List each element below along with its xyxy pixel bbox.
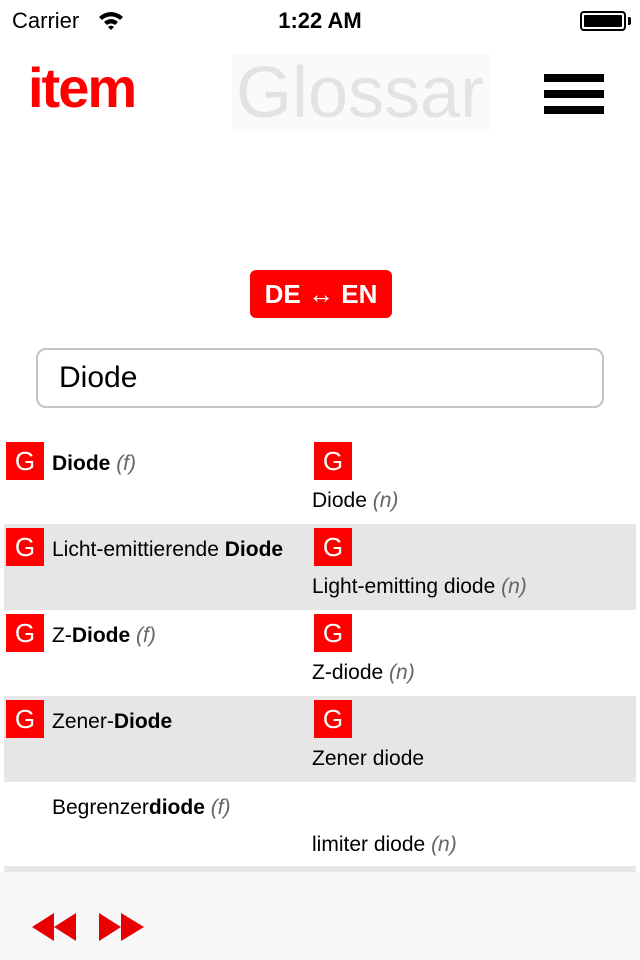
term-match: Diode bbox=[113, 710, 173, 733]
result-row[interactable]: G G Z-Diode (f) Z-diode (n) bbox=[4, 610, 636, 696]
status-bar: Carrier 1:22 AM bbox=[0, 0, 640, 40]
english-term: limiter diode (n) bbox=[312, 830, 457, 860]
english-term: Diode (n) bbox=[312, 486, 398, 516]
result-row[interactable]: G G Licht-emittierende Diode Light-emitting… bbox=[4, 524, 636, 610]
german-term: Zener-Diode bbox=[52, 704, 302, 740]
glossary-badge-en[interactable]: G bbox=[314, 528, 352, 566]
term-prefix: Licht-emittierende bbox=[52, 538, 225, 561]
glossary-badge-en[interactable]: G bbox=[314, 700, 352, 738]
result-row[interactable]: G G Diode (f) Diode (n) bbox=[4, 438, 636, 524]
translation: Z-diode bbox=[312, 661, 384, 684]
term-match: diode bbox=[148, 796, 205, 819]
gender-label: (n) bbox=[372, 489, 399, 512]
result-row[interactable]: G G Zener-Diode Zener diode bbox=[4, 696, 636, 782]
translation: Light-emitting diode bbox=[312, 575, 496, 598]
battery-icon bbox=[580, 11, 626, 31]
translation: limiter diode bbox=[312, 833, 426, 856]
results-list: G G Diode (f) Diode (n) G G Licht-emittierende… bbox=[4, 438, 636, 868]
language-toggle-button[interactable]: DE ↔ EN bbox=[250, 270, 392, 318]
gender-label: (n) bbox=[501, 575, 527, 598]
german-term: Licht-emittierende Diode bbox=[52, 532, 302, 568]
result-row[interactable]: Begrenzerdiode (f) limiter diode (n) bbox=[4, 782, 636, 868]
glossary-badge-de[interactable]: G bbox=[6, 700, 44, 738]
term-prefix: Zener- bbox=[52, 710, 114, 733]
glossary-badge-en[interactable]: G bbox=[314, 442, 352, 480]
german-term: Z-Diode (f) bbox=[52, 618, 302, 654]
gender-label: (n) bbox=[431, 833, 457, 856]
rewind-icon[interactable] bbox=[30, 912, 80, 942]
fast-forward-icon[interactable] bbox=[98, 912, 148, 942]
item-logo: item bbox=[28, 56, 137, 119]
page-title: Glossar bbox=[232, 54, 490, 132]
translation: Zener diode bbox=[312, 747, 425, 770]
gender-label: (f) bbox=[116, 452, 137, 475]
term-match: Diode bbox=[52, 452, 111, 475]
clock: 1:22 AM bbox=[278, 8, 362, 33]
battery-tip bbox=[628, 17, 631, 25]
translation: Diode bbox=[312, 489, 367, 512]
gender-label: (f) bbox=[136, 624, 156, 647]
german-term: Begrenzerdiode (f) bbox=[52, 790, 302, 826]
english-term: Z-diode (n) bbox=[312, 658, 415, 688]
glossary-badge-de[interactable]: G bbox=[6, 442, 44, 480]
english-term: Zener diode bbox=[312, 744, 424, 774]
term-match: Diode bbox=[224, 538, 284, 561]
english-term: Light-emitting diode (n) bbox=[312, 572, 527, 602]
term-match: Diode bbox=[71, 624, 131, 647]
glossary-badge-de[interactable]: G bbox=[6, 528, 44, 566]
gender-label: (f) bbox=[210, 796, 231, 819]
hamburger-menu-icon[interactable] bbox=[542, 72, 606, 116]
term-prefix: Begrenzer bbox=[52, 796, 149, 819]
bottom-toolbar bbox=[0, 872, 640, 960]
glossary-badge-en[interactable]: G bbox=[314, 614, 352, 652]
glossary-badge-de[interactable]: G bbox=[6, 614, 44, 652]
german-term: Diode (f) bbox=[52, 446, 302, 482]
gender-label: (n) bbox=[389, 661, 415, 684]
term-prefix: Z- bbox=[52, 624, 72, 647]
search-input[interactable] bbox=[36, 348, 604, 408]
